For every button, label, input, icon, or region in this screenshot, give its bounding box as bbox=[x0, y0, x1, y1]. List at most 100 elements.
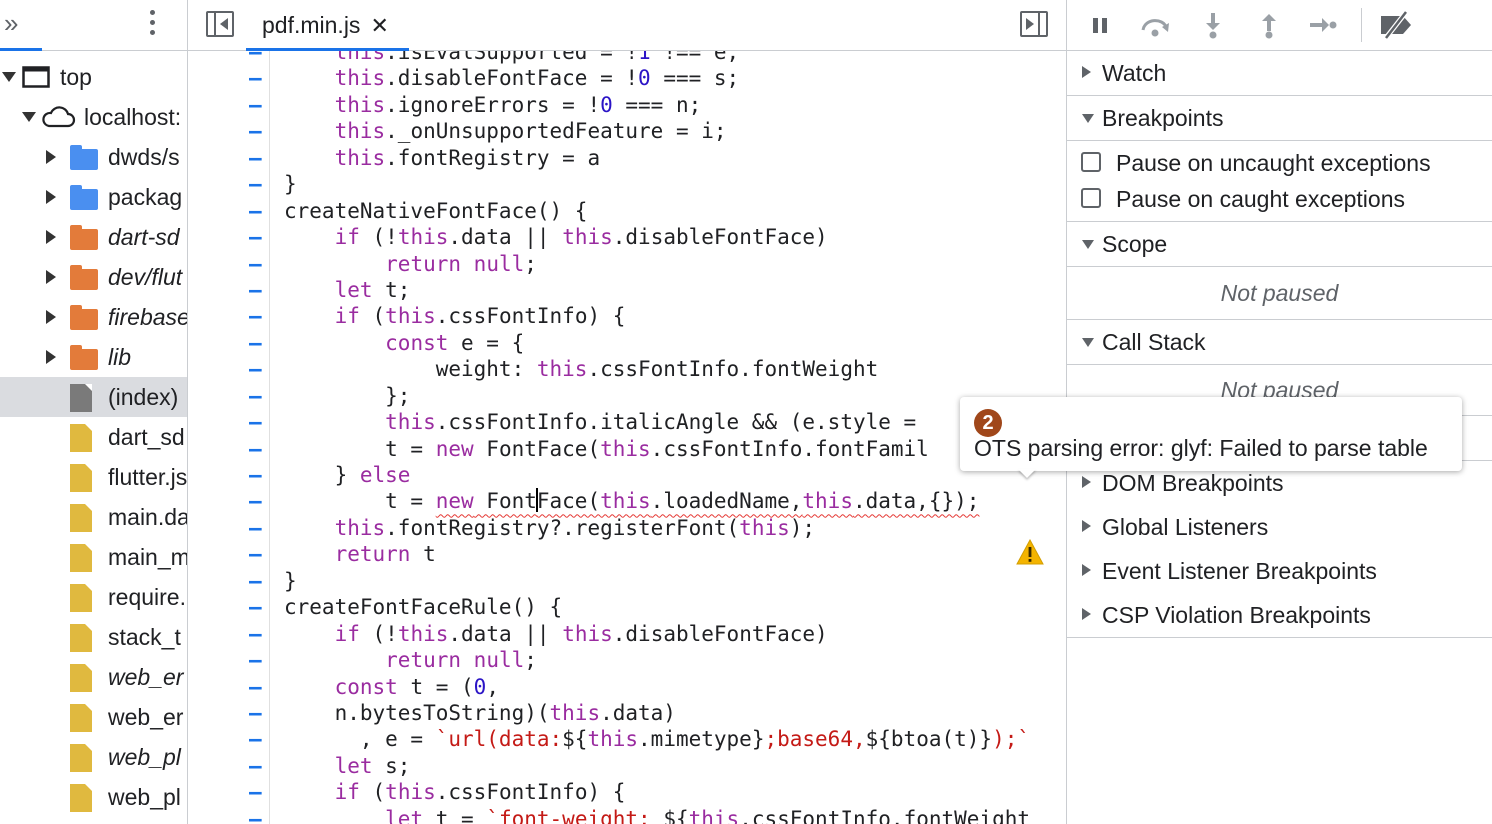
gutter-marker[interactable]: – bbox=[249, 568, 263, 594]
toggle-debugger-icon[interactable] bbox=[1020, 11, 1048, 37]
code-area[interactable]: – this.isEvalSupported = !1 !== e; – this… bbox=[188, 51, 1066, 824]
gutter-marker[interactable]: – bbox=[249, 277, 263, 303]
step-icon[interactable] bbox=[1307, 10, 1339, 40]
code-line[interactable]: – }; bbox=[188, 383, 1066, 409]
code-line[interactable]: – if (!this.data || this.disableFontFace… bbox=[188, 224, 1066, 250]
section-call-stack[interactable]: Call Stack bbox=[1067, 320, 1492, 365]
code-line[interactable]: – const e = { bbox=[188, 330, 1066, 356]
gutter-marker[interactable]: – bbox=[249, 462, 263, 488]
gutter-marker[interactable]: – bbox=[249, 779, 263, 805]
deactivate-breakpoints-icon[interactable] bbox=[1377, 10, 1417, 40]
tab-pdf-min-js[interactable]: pdf.min.js ✕ bbox=[246, 0, 409, 51]
step-into-icon[interactable] bbox=[1197, 10, 1229, 40]
code-line[interactable]: – this.fontRegistry?.registerFont(this); bbox=[188, 515, 1066, 541]
code-line[interactable]: – t = new FontFace(this.loadedName,this.… bbox=[188, 488, 1066, 514]
code-line[interactable]: – if (this.cssFontInfo) { bbox=[188, 303, 1066, 329]
gutter-marker[interactable]: – bbox=[249, 356, 263, 382]
tree-item[interactable]: top bbox=[0, 57, 187, 97]
gutter-marker[interactable]: – bbox=[249, 251, 263, 277]
code-line[interactable]: – , e = `url(data:${this.mimetype};base6… bbox=[188, 726, 1066, 752]
gutter-marker[interactable]: – bbox=[249, 330, 263, 356]
tree-item[interactable]: firebase bbox=[0, 297, 187, 337]
tree-item[interactable]: localhost: bbox=[0, 97, 187, 137]
code-line[interactable]: – let s; bbox=[188, 753, 1066, 779]
close-tab-icon[interactable]: ✕ bbox=[370, 13, 388, 38]
gutter-marker[interactable]: – bbox=[249, 409, 263, 435]
code-line[interactable]: – this.isEvalSupported = !1 !== e; bbox=[188, 51, 1066, 65]
code-line[interactable]: – this.fontRegistry = a bbox=[188, 145, 1066, 171]
code-line[interactable]: – return null; bbox=[188, 647, 1066, 673]
collapsed-arrow-icon[interactable] bbox=[46, 310, 56, 324]
gutter-marker[interactable]: – bbox=[249, 515, 263, 541]
code-line[interactable]: – this.cssFontInfo.italicAngle && (e.sty… bbox=[188, 409, 1066, 435]
pause-caught-checkbox[interactable] bbox=[1081, 188, 1101, 208]
pause-uncaught-checkbox[interactable] bbox=[1081, 152, 1101, 172]
expanded-arrow-icon[interactable] bbox=[2, 72, 16, 82]
toggle-navigator-icon[interactable] bbox=[206, 11, 234, 37]
expanded-arrow-icon[interactable] bbox=[22, 112, 36, 122]
gutter-marker[interactable]: – bbox=[249, 303, 263, 329]
tree-item[interactable]: dart_sd bbox=[0, 417, 187, 457]
code-line[interactable]: – let t = `font-weight: ${this.cssFontIn… bbox=[188, 806, 1066, 824]
gutter-marker[interactable]: – bbox=[249, 726, 263, 752]
code-line[interactable]: – this._onUnsupportedFeature = i; bbox=[188, 118, 1066, 144]
tree-item[interactable]: web_er bbox=[0, 697, 187, 737]
tree-item[interactable]: web_pl bbox=[0, 777, 187, 817]
more-tabs-icon[interactable]: » bbox=[4, 8, 18, 38]
tree-item[interactable]: web_er bbox=[0, 657, 187, 697]
code-line[interactable]: –} bbox=[188, 568, 1066, 594]
section-global-listeners[interactable]: Global Listeners bbox=[1067, 505, 1492, 550]
code-line[interactable]: – let t; bbox=[188, 277, 1066, 303]
gutter-marker[interactable]: – bbox=[249, 145, 263, 171]
tree-item[interactable]: main.da bbox=[0, 497, 187, 537]
gutter-marker[interactable]: – bbox=[249, 198, 263, 224]
code-line[interactable]: – } else bbox=[188, 462, 1066, 488]
code-line[interactable]: – this.ignoreErrors = !0 === n; bbox=[188, 92, 1066, 118]
gutter-marker[interactable]: – bbox=[249, 647, 263, 673]
gutter-marker[interactable]: – bbox=[249, 594, 263, 620]
section-watch[interactable]: Watch bbox=[1067, 51, 1492, 96]
code-line[interactable]: – if (this.cssFontInfo) { bbox=[188, 779, 1066, 805]
tree-item[interactable]: dwds/s bbox=[0, 137, 187, 177]
step-over-icon[interactable] bbox=[1139, 10, 1171, 40]
code-line[interactable]: – const t = (0, bbox=[188, 674, 1066, 700]
code-line[interactable]: – weight: this.cssFontInfo.fontWeight bbox=[188, 356, 1066, 382]
code-line[interactable]: – return t bbox=[188, 541, 1066, 567]
tree-item[interactable]: dart-sd bbox=[0, 217, 187, 257]
tree-item[interactable]: stack_t bbox=[0, 617, 187, 657]
collapsed-arrow-icon[interactable] bbox=[46, 350, 56, 364]
code-line[interactable]: –} bbox=[188, 171, 1066, 197]
gutter-marker[interactable]: – bbox=[249, 674, 263, 700]
gutter-marker[interactable]: – bbox=[249, 753, 263, 779]
gutter-marker[interactable]: – bbox=[249, 118, 263, 144]
section-scope[interactable]: Scope bbox=[1067, 222, 1492, 267]
pause-caught-row[interactable]: Pause on caught exceptions bbox=[1067, 181, 1492, 217]
collapsed-arrow-icon[interactable] bbox=[46, 270, 56, 284]
section-csp-violation-breakpoints[interactable]: CSP Violation Breakpoints bbox=[1067, 593, 1492, 638]
tree-item[interactable]: web_pl bbox=[0, 737, 187, 777]
more-options-icon[interactable] bbox=[150, 10, 158, 40]
gutter-marker[interactable]: – bbox=[249, 541, 263, 567]
gutter-marker[interactable]: – bbox=[249, 488, 263, 514]
gutter-marker[interactable]: – bbox=[249, 436, 263, 462]
collapsed-arrow-icon[interactable] bbox=[46, 190, 56, 204]
tree-item[interactable]: dev/flut bbox=[0, 257, 187, 297]
tree-item[interactable]: flutter.js bbox=[0, 457, 187, 497]
warning-icon[interactable] bbox=[1016, 539, 1044, 565]
tree-item[interactable]: main_m bbox=[0, 537, 187, 577]
pause-icon[interactable] bbox=[1085, 10, 1117, 40]
section-breakpoints[interactable]: Breakpoints bbox=[1067, 96, 1492, 141]
gutter-marker[interactable]: – bbox=[249, 65, 263, 91]
code-line[interactable]: – createFontFaceRule() { bbox=[188, 594, 1066, 620]
code-line[interactable]: – if (!this.data || this.disableFontFace… bbox=[188, 621, 1066, 647]
tree-item[interactable]: lib bbox=[0, 337, 187, 377]
tree-item[interactable]: packag bbox=[0, 177, 187, 217]
code-line[interactable]: – createNativeFontFace() { bbox=[188, 198, 1066, 224]
section-event-listener-breakpoints[interactable]: Event Listener Breakpoints bbox=[1067, 549, 1492, 594]
gutter-marker[interactable]: – bbox=[249, 383, 263, 409]
step-out-icon[interactable] bbox=[1253, 10, 1285, 40]
tree-item[interactable]: (index) bbox=[0, 377, 187, 417]
code-line[interactable]: – t = new FontFace(this.cssFontInfo.font… bbox=[188, 436, 1066, 462]
gutter-marker[interactable]: – bbox=[249, 621, 263, 647]
collapsed-arrow-icon[interactable] bbox=[46, 150, 56, 164]
